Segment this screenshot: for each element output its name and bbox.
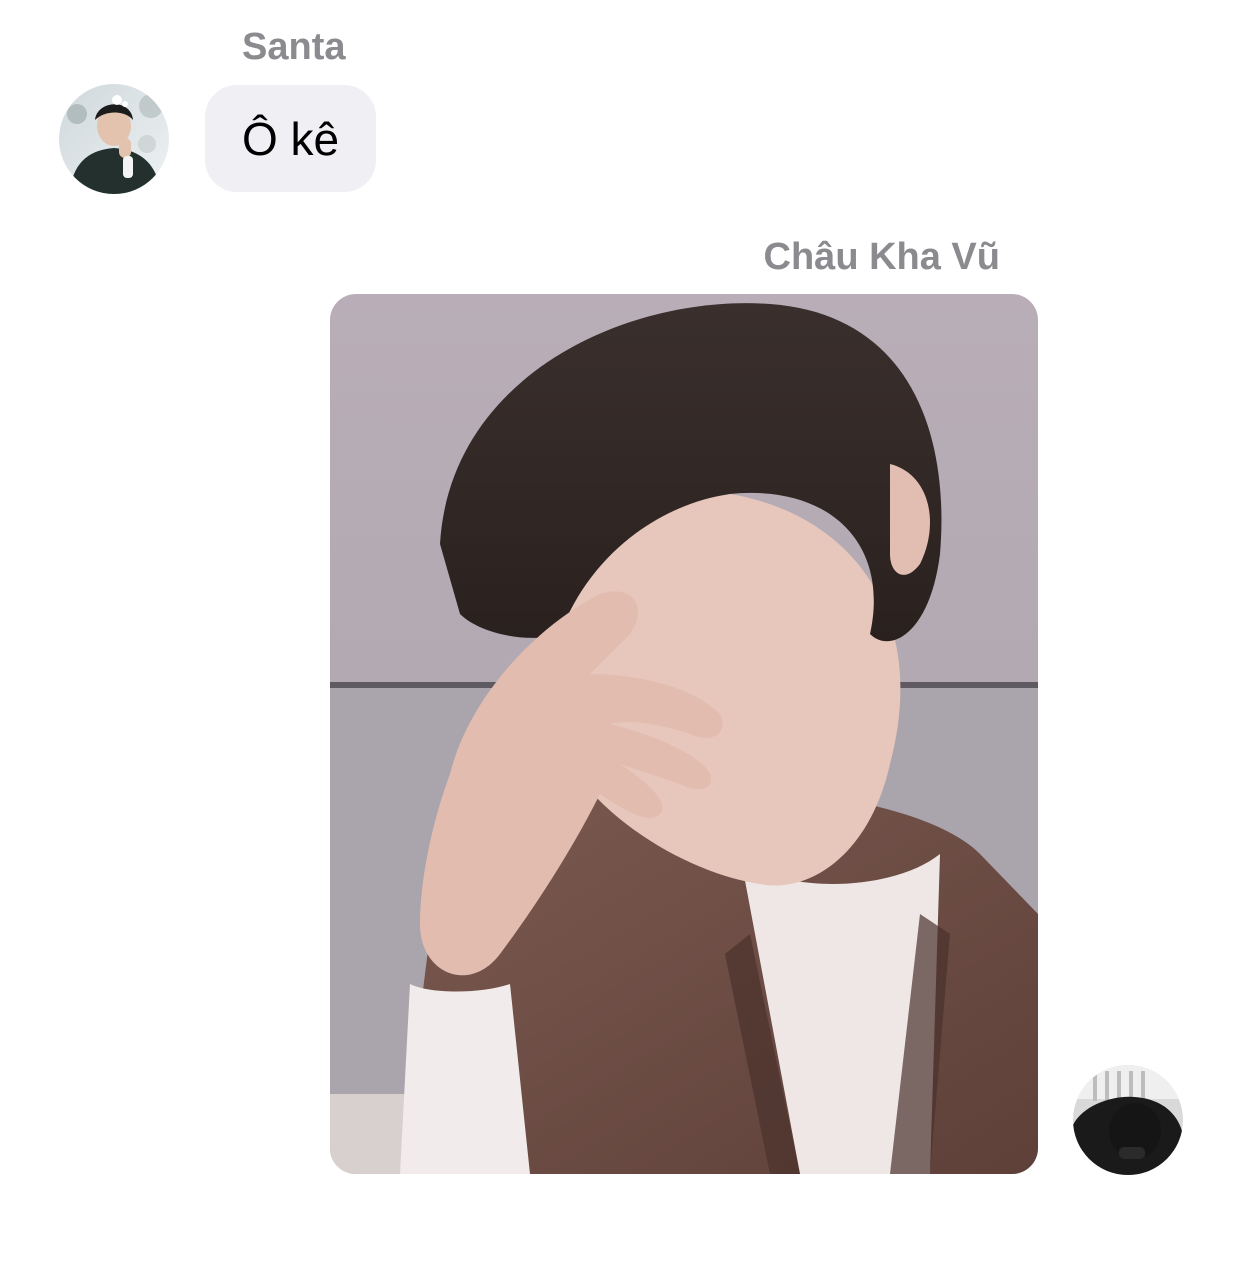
user-avatar-icon xyxy=(1073,1065,1183,1175)
photo-attachment-icon xyxy=(330,294,1038,1174)
chat-thread: Santa Ô kê Châu Kha Vũ xyxy=(0,0,1242,1269)
photo-attachment[interactable] xyxy=(330,294,1038,1174)
avatar-chau-kha-vu[interactable] xyxy=(1073,1065,1183,1175)
user-avatar-icon xyxy=(59,84,169,194)
avatar-santa[interactable] xyxy=(59,84,169,194)
message-text: Ô kê xyxy=(242,112,340,165)
message-bubble-incoming[interactable]: Ô kê xyxy=(205,85,377,192)
sender-name-chau-kha-vu: Châu Kha Vũ xyxy=(763,236,1000,278)
sender-name-santa: Santa xyxy=(242,26,346,68)
